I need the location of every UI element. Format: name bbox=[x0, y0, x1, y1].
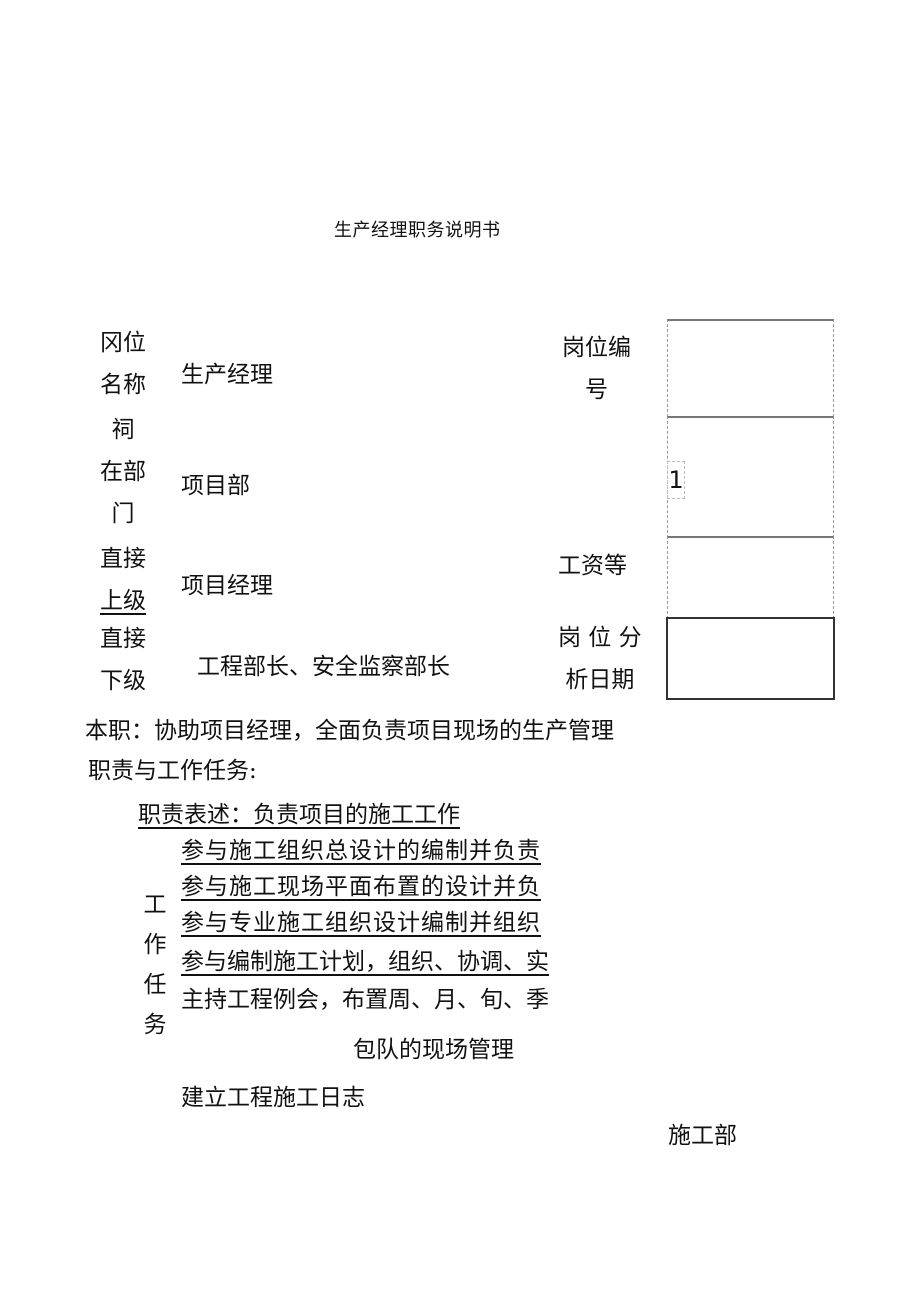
analysis-date-label-line2: 析日期 bbox=[565, 667, 635, 693]
task-item: 主持工程例会，布置周、月、旬、季 bbox=[181, 987, 549, 1013]
department-count-value: 1 bbox=[667, 461, 685, 499]
department-label-line1: 祠 bbox=[111, 417, 135, 443]
department-count-cell bbox=[667, 416, 834, 538]
subordinate-label-line2: 下级 bbox=[100, 668, 146, 694]
position-name-value: 生产经理 bbox=[181, 362, 273, 388]
analysis-date-label-line1: 岗 位 分 bbox=[558, 625, 642, 651]
work-tasks-label: 工 作 任 务 bbox=[140, 885, 170, 1045]
footer-department: 施工部 bbox=[668, 1123, 737, 1149]
department-label-line3: 门 bbox=[111, 501, 135, 527]
subordinate-label-line1: 直接 bbox=[100, 626, 146, 652]
position-name-label-line1: 冈位 bbox=[100, 330, 146, 356]
subordinate-label: 直接 下级 bbox=[100, 618, 146, 702]
work-tasks-label-char: 任 bbox=[143, 972, 167, 998]
duty-summary: 本职：协助项目经理，全面负责项目现场的生产管理 bbox=[85, 718, 614, 744]
position-name-label: 冈位 名称 bbox=[100, 322, 146, 406]
position-code-label-line1: 岗位编 bbox=[562, 335, 631, 361]
position-code-label-line2: 号 bbox=[585, 377, 608, 403]
position-code-field bbox=[667, 319, 834, 417]
analysis-date-field bbox=[666, 617, 835, 700]
superior-label: 直接 上级 bbox=[100, 538, 146, 622]
salary-grade-field bbox=[667, 536, 834, 619]
work-tasks-label-char: 作 bbox=[143, 932, 167, 958]
salary-grade-label: 工资等 bbox=[558, 553, 627, 579]
task-item: 参与施工现场平面布置的设计并负 bbox=[181, 874, 541, 900]
position-name-label-line2: 名称 bbox=[100, 372, 146, 398]
document-title: 生产经理职务说明书 bbox=[334, 220, 501, 241]
department-label-line2: 在部 bbox=[100, 459, 146, 485]
analysis-date-label: 岗 位 分 析日期 bbox=[558, 617, 642, 701]
task-item: 参与专业施工组织设计编制并组织 bbox=[181, 910, 541, 936]
task-item-last: 建立工程施工日志 bbox=[181, 1085, 365, 1111]
task-item: 参与施工组织总设计的编制并负责 bbox=[181, 838, 541, 864]
superior-label-line2: 上级 bbox=[100, 588, 146, 614]
subordinate-value: 工程部长、安全监察部长 bbox=[197, 654, 450, 680]
task-continuation: 包队的现场管理 bbox=[353, 1037, 514, 1063]
work-tasks-label-char: 工 bbox=[143, 892, 167, 918]
superior-value: 项目经理 bbox=[181, 573, 273, 599]
department-value: 项目部 bbox=[181, 473, 250, 499]
duty-statement: 职责表述：负责项目的施工工作 bbox=[138, 802, 460, 828]
work-tasks-label-char: 务 bbox=[143, 1012, 167, 1038]
task-item: 参与编制施工计划，组织、协调、实 bbox=[181, 949, 549, 975]
position-code-label: 岗位编 号 bbox=[562, 327, 631, 411]
superior-label-line1: 直接 bbox=[100, 546, 146, 572]
department-label: 祠 在部 门 bbox=[100, 409, 146, 535]
responsibilities-heading: 职责与工作任务: bbox=[88, 758, 257, 784]
